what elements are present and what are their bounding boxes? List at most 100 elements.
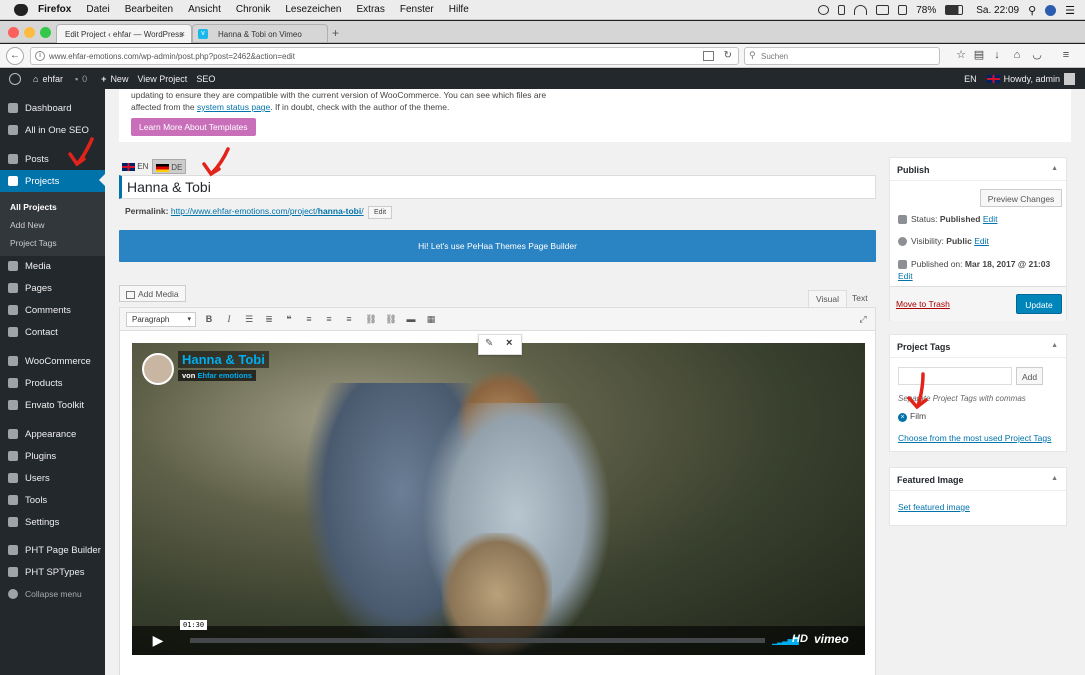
- zoom-window-button[interactable]: [40, 27, 51, 38]
- home-icon[interactable]: ⌂: [1011, 49, 1023, 61]
- set-featured-image-link[interactable]: Set featured image: [898, 502, 970, 512]
- italic-icon[interactable]: I: [222, 312, 236, 327]
- bluetooth-icon[interactable]: [838, 5, 846, 15]
- bookmark-star-icon[interactable]: ☆: [955, 49, 967, 61]
- wifi-icon[interactable]: [854, 5, 868, 15]
- info-icon[interactable]: i: [35, 51, 45, 61]
- visibility-edit-link[interactable]: Edit: [974, 236, 989, 246]
- apple-icon[interactable]: [14, 3, 28, 16]
- lang-tab-en[interactable]: EN: [119, 159, 151, 174]
- update-button[interactable]: Update: [1016, 294, 1062, 314]
- creative-cloud-icon[interactable]: [818, 5, 830, 15]
- sidebar-item-pht-sptypes[interactable]: PHT SPTypes: [0, 561, 105, 583]
- publish-header[interactable]: Publish ▲: [890, 158, 1066, 181]
- sidebar-item-tools[interactable]: Tools: [0, 489, 105, 511]
- new-tab-button[interactable]: +: [332, 26, 339, 40]
- permalink-url[interactable]: http://www.ehfar-emotions.com/project/ha…: [171, 206, 364, 216]
- pocket-icon[interactable]: ◡: [1031, 49, 1043, 61]
- align-right-icon[interactable]: ≡: [342, 312, 356, 327]
- menu-lesezeichen[interactable]: Lesezeichen: [285, 4, 341, 15]
- post-title-input[interactable]: Hanna & Tobi: [119, 175, 876, 199]
- sidebar-item-projects[interactable]: Projects: [0, 170, 105, 192]
- remove-icon[interactable]: ×: [506, 337, 512, 349]
- submenu-all-projects[interactable]: All Projects: [0, 198, 105, 216]
- fullscreen-icon[interactable]: ⤢: [856, 312, 870, 327]
- sidebar-item-contact[interactable]: Contact: [0, 321, 105, 343]
- system-status-link[interactable]: system status page: [197, 102, 270, 112]
- back-button[interactable]: ←: [6, 47, 24, 65]
- toolbar-toggle-icon[interactable]: ▦: [424, 312, 438, 327]
- content-editor[interactable]: Paragraph ▾ B I ☰ ≣ ❝ ≡ ≡ ≡ ⛓ ⛓ ▬ ▦ ⤢ Han…: [119, 307, 876, 675]
- sidebar-item-media[interactable]: Media: [0, 255, 105, 277]
- align-left-icon[interactable]: ≡: [302, 312, 316, 327]
- sidebar-item-woocommerce[interactable]: WooCommerce: [0, 350, 105, 372]
- sidebar-item-dashboard[interactable]: Dashboard: [0, 97, 105, 119]
- download-icon[interactable]: ↓: [991, 49, 1003, 61]
- collapse-toggle-icon[interactable]: ▲: [1051, 342, 1058, 349]
- choose-most-used-tags-link[interactable]: Choose from the most used Project Tags: [898, 433, 1051, 443]
- preview-changes-button[interactable]: Preview Changes: [980, 189, 1062, 207]
- hamburger-menu-icon[interactable]: ≡: [1060, 49, 1072, 61]
- video-title[interactable]: Hanna & Tobi: [178, 351, 269, 368]
- numbered-list-icon[interactable]: ≣: [262, 312, 276, 327]
- menu-app[interactable]: Firefox: [38, 4, 71, 15]
- new-content-link[interactable]: + New: [101, 74, 128, 84]
- wp-logo-icon[interactable]: [9, 73, 21, 85]
- date-edit-link[interactable]: Edit: [898, 271, 913, 281]
- url-bar[interactable]: i www.ehfar-emotions.com/wp-admin/post.p…: [30, 47, 739, 65]
- collapse-toggle-icon[interactable]: ▲: [1051, 475, 1058, 482]
- video-author-link[interactable]: Ehfar emotions: [197, 371, 252, 380]
- status-edit-link[interactable]: Edit: [983, 214, 998, 224]
- sidebar-item-all-in-one-seo[interactable]: All in One SEO: [0, 119, 105, 141]
- remove-tag-icon[interactable]: ×: [898, 413, 907, 422]
- view-project-link[interactable]: View Project: [137, 74, 187, 84]
- sidebar-item-comments[interactable]: Comments: [0, 299, 105, 321]
- play-icon[interactable]: ▶: [147, 632, 169, 649]
- menu-chronik[interactable]: Chronik: [236, 4, 270, 15]
- link-icon[interactable]: ⛓: [364, 312, 378, 327]
- align-center-icon[interactable]: ≡: [322, 312, 336, 327]
- featured-image-header[interactable]: Featured Image ▲: [890, 468, 1066, 491]
- learn-more-templates-button[interactable]: Learn More About Templates: [131, 118, 256, 136]
- comments-link[interactable]: ▪ 0: [75, 74, 87, 84]
- menu-ansicht[interactable]: Ansicht: [188, 4, 221, 15]
- volume-icon[interactable]: [898, 5, 908, 15]
- edit-pencil-icon[interactable]: ✎: [485, 338, 493, 349]
- menu-bearbeiten[interactable]: Bearbeiten: [125, 4, 173, 15]
- site-name-link[interactable]: ⌂ ehfar: [33, 74, 63, 84]
- tab-vimeo[interactable]: v Hanna & Tobi on Vimeo: [192, 24, 328, 43]
- language-switch[interactable]: EN: [964, 74, 977, 84]
- add-tag-button[interactable]: Add: [1016, 367, 1043, 385]
- page-builder-button[interactable]: Hi! Let's use PeHaa Themes Page Builder: [119, 230, 876, 262]
- vimeo-embed[interactable]: Hanna & Tobi von Ehfar emotions ▶ 01:30 …: [132, 343, 865, 655]
- menu-extras[interactable]: Extras: [357, 4, 385, 15]
- menu-hilfe[interactable]: Hilfe: [449, 4, 469, 15]
- sidebar-item-pages[interactable]: Pages: [0, 277, 105, 299]
- read-more-icon[interactable]: ▬: [404, 312, 418, 327]
- bold-icon[interactable]: B: [202, 312, 216, 327]
- user-icon[interactable]: [1045, 4, 1057, 16]
- sidebar-item-plugins[interactable]: Plugins: [0, 445, 105, 467]
- format-select[interactable]: Paragraph ▾: [126, 312, 196, 327]
- sidebar-item-pht-page-builder[interactable]: PHT Page Builder: [0, 539, 105, 561]
- add-media-button[interactable]: Add Media: [119, 285, 186, 302]
- new-tag-input[interactable]: [898, 367, 1012, 385]
- submenu-add-new[interactable]: Add New: [0, 216, 105, 234]
- vimeo-logo[interactable]: vimeo: [814, 632, 849, 646]
- tab-wordpress[interactable]: Edit Project ‹ ehfar — WordPress ×: [56, 24, 192, 43]
- video-author-avatar[interactable]: [142, 353, 174, 385]
- menu-datei[interactable]: Datei: [86, 4, 109, 15]
- close-tab-icon[interactable]: ×: [180, 29, 185, 39]
- video-progress-bar[interactable]: [190, 638, 765, 643]
- spotlight-icon[interactable]: ⚲: [1028, 4, 1036, 17]
- hd-toggle[interactable]: HD: [792, 633, 808, 645]
- unlink-icon[interactable]: ⛓: [384, 312, 398, 327]
- project-tags-header[interactable]: Project Tags ▲: [890, 335, 1066, 358]
- sidebar-item-settings[interactable]: Settings: [0, 511, 105, 533]
- account-link[interactable]: Howdy, admin: [986, 73, 1075, 85]
- permalink-edit-button[interactable]: Edit: [367, 206, 393, 219]
- reload-icon[interactable]: ↻: [724, 50, 732, 61]
- reader-view-icon[interactable]: [703, 51, 714, 61]
- minimize-window-button[interactable]: [24, 27, 35, 38]
- sidebar-item-users[interactable]: Users: [0, 467, 105, 489]
